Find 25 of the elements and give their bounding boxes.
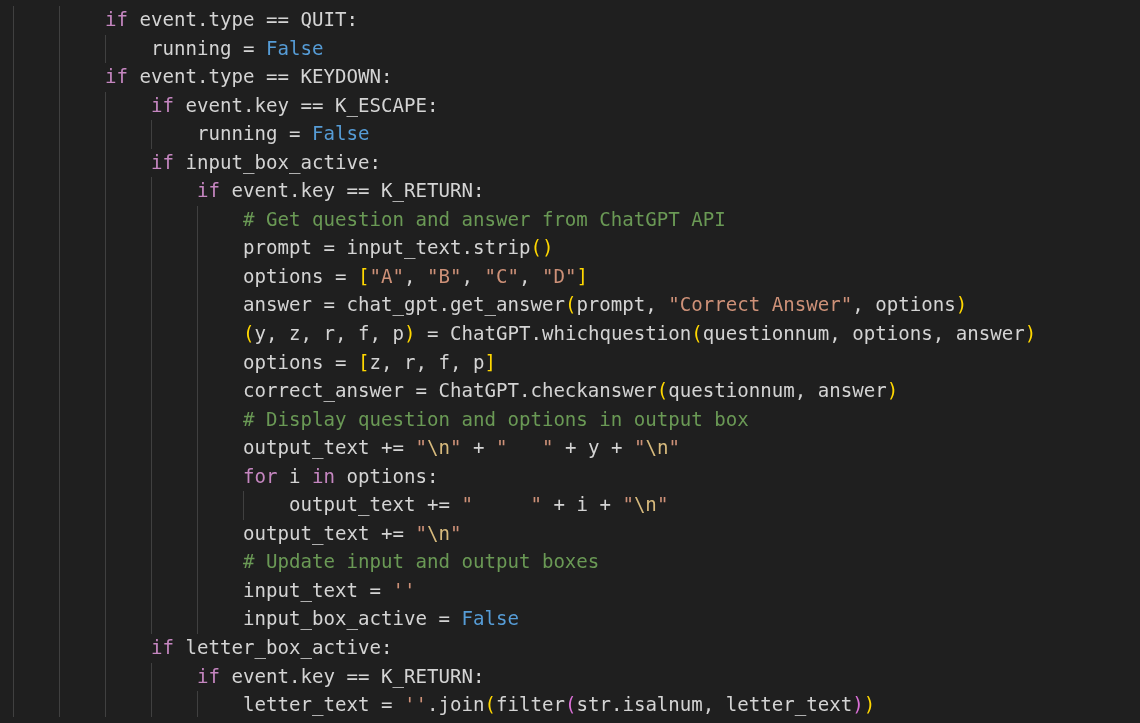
code-line: if event.key == K_RETURN: <box>197 663 485 690</box>
code-line: correct_answer = ChatGPT.checkanswer(questionnum, answer) <box>243 378 899 405</box>
code-line: input_box_active = False <box>243 606 519 633</box>
code-line: # Display question and options in output box <box>243 406 749 433</box>
code-line: running = False <box>197 121 370 148</box>
code-line: output_text += " " + i + "\n" <box>289 492 669 519</box>
code-line: running = False <box>151 35 324 62</box>
code-line: options = [z, r, f, p] <box>243 349 496 376</box>
code-line: letter_text = ''.join(filter(str.isalnum, letter_text)) <box>243 692 876 717</box>
code-line: if event.key == K_RETURN: <box>197 178 485 205</box>
code-line: if letter_box_active: <box>151 635 393 662</box>
code-line: if event.type == KEYDOWN: <box>105 64 393 91</box>
code-line: input_text = '' <box>243 577 416 604</box>
code-line: # Get question and answer from ChatGPT API <box>243 206 726 233</box>
code-line: # Update input and output boxes <box>243 549 600 576</box>
code-line: output_text += "\n" <box>243 520 462 547</box>
code-line: if event.key == K_ESCAPE: <box>151 92 439 119</box>
code-line: if event.type == QUIT: <box>105 7 358 33</box>
code-line: options = ["A", "B", "C", "D"] <box>243 263 588 290</box>
code-line: if input_box_active: <box>151 149 381 176</box>
code-line: answer = chat_gpt.get_answer(prompt, "Correct Answer", options) <box>243 292 968 319</box>
code-line: (y, z, r, f, p) = ChatGPT.whichquestion(questionnum, options, answer) <box>243 321 1037 347</box>
code-line: output_text += "\n" + " " + y + "\n" <box>243 435 680 462</box>
code-line: prompt = input_text.strip() <box>243 235 554 262</box>
code-line: for i in options: <box>243 463 439 490</box>
